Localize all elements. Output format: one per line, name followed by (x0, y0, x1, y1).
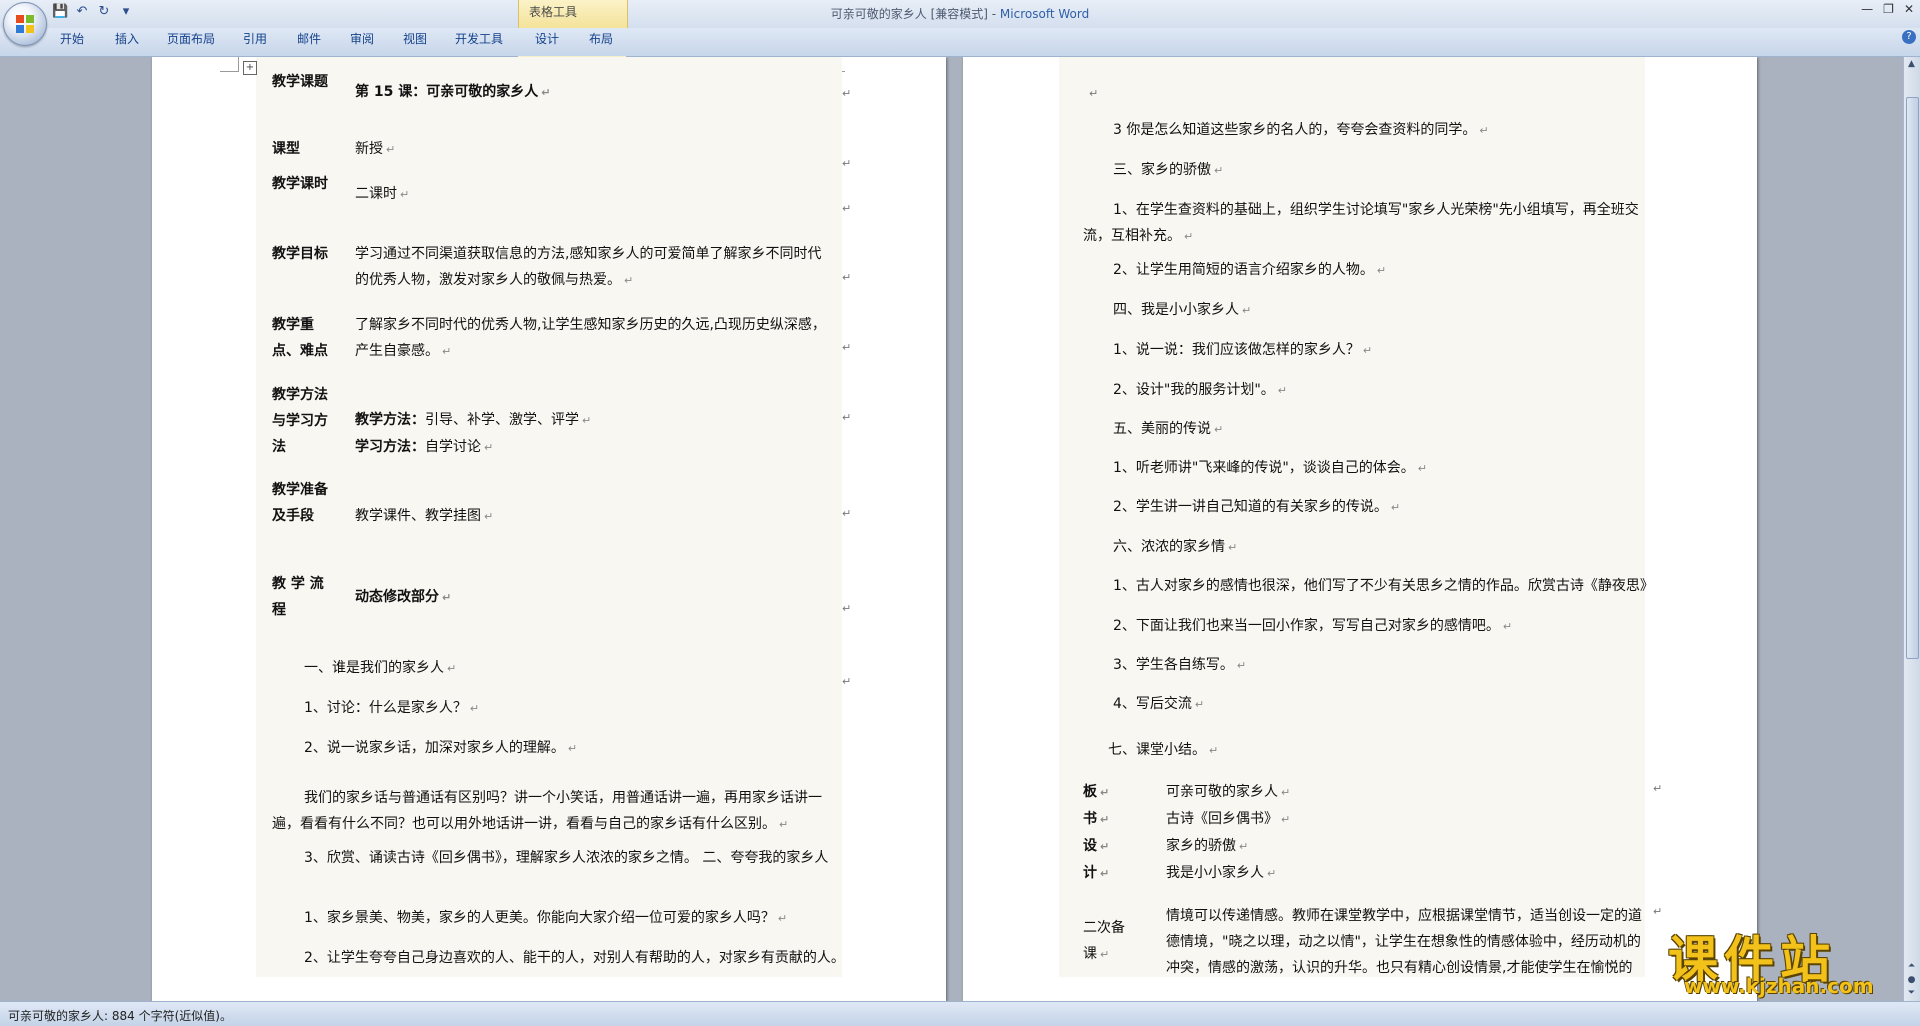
tab-page-layout[interactable]: 页面布局 (167, 30, 215, 47)
end-of-row-mark: ↵ (842, 157, 852, 170)
row-label-topic: 教学课题 (272, 74, 328, 90)
row-value-type: 新授 ↵ (355, 141, 396, 157)
row-label-hours: 教学课时 (272, 176, 328, 192)
end-of-row-mark: ↵ (842, 271, 852, 284)
status-bar: 可亲可敬的家乡人: 884 个字符(近似值)。 (0, 1001, 1920, 1026)
body-para: 1、古人对家乡的感情也很深，他们写了不少有关思乡之情的作品。欣赏古诗《静夜思》 (1113, 578, 1649, 594)
body-para: 六、浓浓的家乡情 ↵ (1113, 539, 1238, 555)
document-area: 教学课题 第 15 课：可亲可敬的家乡人 ↵ 课型 新授 ↵ 教学课时 二课时 ↵ 教… (0, 57, 1904, 1001)
body-para: 七、课堂小结。 ↵ (1108, 742, 1219, 758)
row-value-hours: 二课时 ↵ (355, 186, 410, 202)
close-icon[interactable]: ✕ (1904, 2, 1914, 16)
quick-access-toolbar: 💾 ↶ ↻ ▾ (52, 4, 134, 20)
scroll-thumb[interactable] (1906, 97, 1919, 659)
page-right: ↵ 3 你是怎么知道这些家乡的名人的，夸夸会查资料的同学。 ↵ 三、家乡的骄傲 ↵ … (963, 57, 1757, 1001)
row-value-key-points: 了解家乡不同时代的优秀人物,让学生感知家乡历史的久远,凸现历史纵深感，产生自豪感… (355, 317, 826, 359)
window-title: 可亲可敬的家乡人 [兼容模式] - Microsoft Word (0, 5, 1920, 22)
body-para: 2、让学生夸夸自己身边喜欢的人、能干的人，对别人有帮助的人，对家乡有贡献的人。 (304, 950, 845, 966)
end-of-row-mark: ↵ (842, 202, 852, 215)
watermark-url: www.kjzhan.com (1684, 974, 1874, 998)
body-para: 2、说一说家乡话，加深对家乡人的理解。 ↵ (304, 740, 578, 756)
window-title-doc: 可亲可敬的家乡人 [兼容模式] - (830, 7, 1000, 21)
window-title-app: Microsoft Word (999, 7, 1090, 21)
body-para: 2、学生讲一讲自己知道的有关家乡的传说。 ↵ (1113, 499, 1401, 515)
word-count-status[interactable]: 可亲可敬的家乡人: 884 个字符(近似值)。 (8, 1007, 232, 1024)
scroll-up-icon[interactable]: ▲ (1906, 59, 1917, 71)
body-para: 五、美丽的传说 ↵ (1113, 421, 1224, 437)
end-of-row-mark: ↵ (842, 675, 852, 688)
ribbon-tabs (0, 28, 1920, 84)
table-move-handle[interactable]: + (243, 61, 257, 75)
tab-design[interactable]: 设计 (535, 30, 559, 47)
office-logo-icon (16, 15, 34, 33)
body-para: 4、写后交流 ↵ (1113, 696, 1205, 712)
tab-developer[interactable]: 开发工具 (455, 30, 503, 47)
row-label-type: 课型 (272, 141, 300, 157)
site-watermark-logo: 课件站 www.kjzhan.com (1660, 920, 1910, 998)
office-button[interactable] (3, 2, 47, 46)
body-para: 1、讨论：什么是家乡人？ ↵ (304, 700, 480, 716)
body-para: 3 你是怎么知道这些家乡的名人的，夸夸会查资料的同学。 ↵ (1113, 122, 1489, 138)
body-para: 1、说一说：我们应该做怎样的家乡人？ ↵ (1113, 342, 1373, 358)
paragraph-mark: ↵ (1089, 87, 1099, 100)
row-label-goal: 教学目标 (272, 246, 328, 262)
undo-icon[interactable]: ↶ (74, 4, 90, 20)
end-of-row-mark: ↵ (842, 602, 852, 615)
second-prep-label: 二次备课 ↵ (1083, 920, 1125, 962)
end-of-row-mark: ↵ (1653, 905, 1663, 918)
end-of-row-mark: ↵ (842, 341, 852, 354)
redo-icon[interactable]: ↻ (96, 4, 112, 20)
end-of-row-mark: ↵ (842, 507, 852, 520)
end-of-row-mark: ↵ (842, 411, 852, 424)
tab-insert[interactable]: 插入 (115, 30, 139, 47)
customize-qat-icon[interactable]: ▾ (118, 4, 134, 20)
tab-home[interactable]: 开始 (60, 30, 84, 47)
restore-icon[interactable]: ❐ (1883, 2, 1894, 16)
body-para: 四、我是小小家乡人 ↵ (1113, 302, 1252, 318)
row-value-methods: 教学方法：引导、补学、激学、评学 ↵ 学习方法：自学讨论 ↵ (355, 412, 592, 455)
row-value-topic: 第 15 课：可亲可敬的家乡人 ↵ (355, 84, 551, 100)
body-para: 3、学生各自练写。 ↵ (1113, 657, 1247, 673)
body-para: 1、听老师讲"飞来峰的传说"，谈谈自己的体会。 ↵ (1113, 460, 1428, 476)
row-label-process: 教 学 流 程 (272, 576, 324, 618)
body-para: 2、下面让我们也来当一回小作家，写写自己对家乡的感情吧。 ↵ (1113, 618, 1513, 634)
body-para: 我们的家乡话与普通话有区别吗？讲一个小笑话，用普通话讲一遍，再用家乡话讲一遍，看… (272, 790, 822, 832)
row-value-goal: 学习通过不同渠道获取信息的方法,感知家乡人的可爱简单了解家乡不同时代的优秀人物，… (355, 246, 822, 288)
help-icon[interactable]: ? (1902, 30, 1916, 44)
row-value-process: 动态修改部分 ↵ (355, 589, 452, 605)
window-controls: — ❐ ✕ (1861, 2, 1914, 16)
row-label-methods: 教学方法与学习方法 (272, 387, 328, 455)
end-of-row-mark: ↵ (1653, 782, 1663, 795)
board-design-label: 板 ↵ 书 ↵ 设 ↵ 计 ↵ (1083, 784, 1110, 881)
body-para: 2、让学生用简短的语言介绍家乡的人物。 ↵ (1113, 262, 1387, 278)
row-value-preparation: 教学课件、教学挂图 ↵ (355, 508, 494, 524)
body-para: 一、谁是我们的家乡人 ↵ (304, 660, 457, 676)
page-left: 教学课题 第 15 课：可亲可敬的家乡人 ↵ 课型 新授 ↵ 教学课时 二课时 ↵ 教… (152, 57, 946, 1001)
table-shading (256, 57, 842, 977)
body-para: 2、设计"我的服务计划"。 ↵ (1113, 382, 1288, 398)
body-para: 三、家乡的骄傲 ↵ (1113, 162, 1224, 178)
body-para: 3、欣赏、诵读古诗《回乡偶书》，理解家乡人浓浓的家乡之情。 二、夸夸我的家乡人 (304, 850, 829, 866)
vertical-scrollbar[interactable]: ▲ ⏶ ● ⏷ (1903, 57, 1920, 1001)
row-label-preparation: 教学准备及手段 (272, 482, 328, 524)
tab-layout[interactable]: 布局 (589, 30, 613, 47)
minimize-icon[interactable]: — (1861, 2, 1873, 16)
end-of-row-mark: ↵ (842, 87, 852, 100)
tab-view[interactable]: 视图 (403, 30, 427, 47)
margin-mark-tl (220, 57, 239, 72)
tab-review[interactable]: 审阅 (350, 30, 374, 47)
row-label-key-points: 教学重点、难点 (272, 317, 328, 359)
body-para: 1、在学生查资料的基础上，组织学生讨论填写"家乡人光荣榜"先小组填写，再全班交流… (1083, 202, 1639, 244)
body-para: 1、家乡景美、物美，家乡的人更美。你能向大家介绍一位可爱的家乡人吗？ ↵ (304, 910, 788, 926)
title-bar: 表格工具 可亲可敬的家乡人 [兼容模式] - Microsoft Word 💾 … (0, 0, 1920, 28)
save-icon[interactable]: 💾 (52, 4, 68, 20)
board-design-items: 可亲可敬的家乡人 ↵ 古诗《回乡偶书》 ↵ 家乡的骄傲 ↵ 我是小小家乡人 ↵ (1166, 784, 1291, 881)
tab-references[interactable]: 引用 (243, 30, 267, 47)
second-prep-text: 情境可以传递情感。教师在课堂教学中，应根据课堂情节，适当创设一定的道德情境，"晓… (1166, 908, 1642, 976)
tab-mailings[interactable]: 邮件 (297, 30, 321, 47)
